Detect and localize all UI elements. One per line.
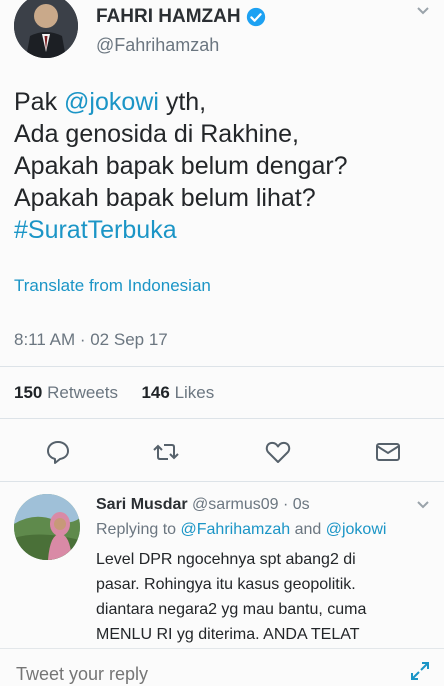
- translate-link[interactable]: Translate from Indonesian: [14, 276, 211, 296]
- reply-avatar-image: [14, 494, 80, 560]
- reply-line-4: MENLU RI yg diterima. ANDA TELAT: [96, 626, 360, 643]
- reply-icon[interactable]: [44, 438, 72, 466]
- replying-and: and: [290, 521, 326, 538]
- divider: [0, 366, 444, 367]
- tweet-line-2: Ada genosida di Rakhine,: [14, 120, 299, 148]
- tweet-line-3: Apakah bapak belum dengar?: [14, 152, 348, 180]
- tweet-line-4: Apakah bapak belum lihat?: [14, 184, 316, 212]
- reply-handle-time: @sarmus09 · 0s: [192, 496, 310, 513]
- like-icon[interactable]: [264, 438, 292, 466]
- author-display-name[interactable]: FAHRI HAMZAH: [96, 6, 267, 28]
- reply-author-name[interactable]: Sari Musdar: [96, 496, 188, 513]
- divider: [0, 481, 444, 482]
- hashtag-link[interactable]: #SuratTerbuka: [14, 214, 434, 246]
- author-avatar-image: [14, 0, 78, 58]
- mention-jokowi-link[interactable]: @jokowi: [64, 88, 159, 116]
- reply-line-1: Level DPR ngocehnya spt abang2 di: [96, 551, 356, 568]
- chevron-down-icon[interactable]: [416, 4, 430, 18]
- reply-author-avatar[interactable]: [14, 494, 80, 560]
- tweet-reply-input[interactable]: [14, 663, 250, 686]
- likes-label: Likes: [174, 383, 215, 402]
- divider: [0, 418, 444, 419]
- engagement-stats: 150 Retweets 146 Likes: [14, 383, 214, 403]
- reply-text: Level DPR ngocehnya spt abang2 di pasar.…: [96, 547, 436, 647]
- compose-bar: [0, 648, 444, 686]
- tweet-line-1-prefix: Pak: [14, 88, 65, 116]
- tweet-action-bar: [0, 438, 444, 468]
- tweet-timestamp: 8:11 AM · 02 Sep 17: [14, 330, 168, 349]
- tweet-text: Pak @jokowi yth, Ada genosida di Rakhine…: [14, 86, 434, 246]
- likes-stat[interactable]: 146 Likes: [141, 383, 214, 402]
- replying-user-jokowi[interactable]: @jokowi: [326, 521, 387, 538]
- tweet-line-1-suffix: yth,: [158, 88, 207, 116]
- retweets-count: 150: [14, 383, 43, 402]
- reply-line-3: diantara negara2 yg mau bantu, cuma: [96, 601, 367, 618]
- retweets-stat[interactable]: 150 Retweets: [14, 383, 118, 402]
- verified-badge-icon: [246, 7, 265, 27]
- tweet-line-1: Pak @jokowi yth,: [14, 86, 434, 118]
- message-icon[interactable]: [374, 438, 402, 466]
- author-handle[interactable]: @Fahrihamzah: [96, 35, 219, 56]
- replying-to: Replying to @Fahrihamzah and @jokowi: [96, 521, 386, 539]
- chevron-down-icon[interactable]: [416, 498, 430, 512]
- retweet-icon[interactable]: [152, 438, 180, 466]
- expand-icon[interactable]: [410, 661, 430, 681]
- author-avatar[interactable]: [14, 0, 78, 58]
- reply-line-2: pasar. Rohingya itu kasus geopolitik.: [96, 576, 356, 593]
- reply-header: Sari Musdar @sarmus09 · 0s: [96, 496, 310, 514]
- replying-user-fahrihamzah[interactable]: @Fahrihamzah: [181, 521, 291, 538]
- retweets-label: Retweets: [47, 383, 118, 402]
- author-name-text: FAHRI HAMZAH: [96, 6, 241, 27]
- likes-count: 146: [141, 383, 170, 402]
- replying-prefix: Replying to: [96, 521, 181, 538]
